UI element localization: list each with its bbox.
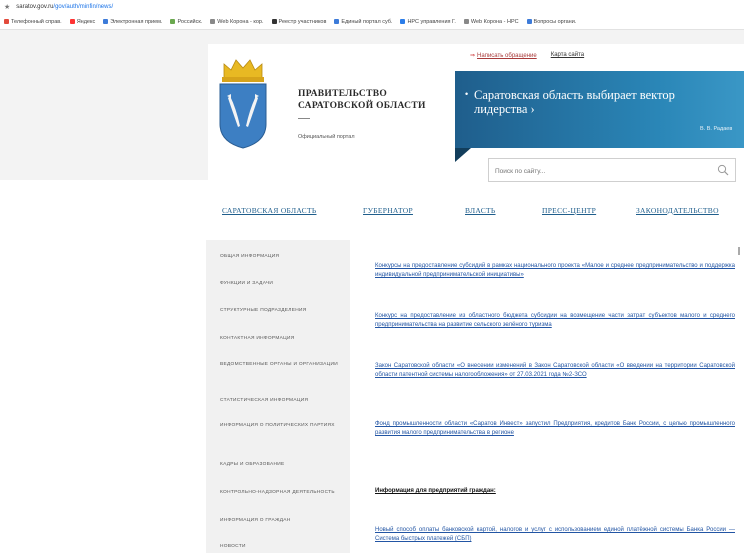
sidebar-item-citizens[interactable]: ИНФОРМАЦИЯ О ГРАЖДАН (220, 518, 342, 524)
sidebar-item-general[interactable]: ОБЩАЯ ИНФОРМАЦИЯ (220, 254, 342, 260)
bookmark-label: Web Корона - кор. (217, 18, 264, 25)
bookmark-favicon-icon (4, 19, 9, 24)
banner-fold (455, 148, 471, 162)
bookmark-item[interactable]: Яндекс (69, 18, 96, 25)
bookmark-item[interactable]: Электронная прием. (103, 19, 162, 25)
bookmark-item[interactable]: НРС управления Г. (400, 18, 456, 25)
nav-item-legislation[interactable]: ЗАКОНОДАТЕЛЬСТВО (636, 206, 719, 215)
search-input[interactable] (495, 165, 695, 177)
sidebar: ОБЩАЯ ИНФОРМАЦИЯ ФУНКЦИИ И ЗАДАЧИ СТРУКТ… (206, 240, 350, 553)
url-path: /gov/auth/minfin/news/ (53, 4, 114, 10)
site-title-line2: САРАТОВСКОЙ ОБЛАСТИ (298, 101, 426, 111)
bookmark-label: Телефонный справ. (11, 18, 62, 25)
arrow-right-icon: ⇒ (470, 53, 476, 59)
appeal-link-label: Написать обращение (477, 53, 537, 59)
news-link[interactable]: Закон Саратовской области «О внесении из… (375, 362, 735, 380)
news-link[interactable]: Конкурсы на предоставление субсидий в ра… (375, 262, 735, 280)
chevron-right-icon: › (530, 102, 535, 116)
bookmark-label: Вопросы органи. (533, 18, 577, 25)
coat-of-arms-icon[interactable] (216, 56, 270, 152)
title-divider (298, 118, 310, 119)
bookmark-label: НРС управления Г. (407, 18, 456, 25)
sidebar-item-contacts[interactable]: КОНТАКТНАЯ ИНФОРМАЦИЯ (220, 336, 342, 342)
bookmark-favicon-icon (463, 19, 469, 24)
bookmark-label: Электронная прием. (110, 18, 163, 25)
site-subtitle: Официальный портал (298, 134, 355, 140)
bookmark-item[interactable]: Вопросы органи. (526, 18, 577, 25)
bullet-icon: • (465, 89, 469, 99)
main-nav: САРАТОВСКАЯ ОБЛАСТЬ ГУБЕРНАТОР ВЛАСТЬ ПР… (208, 201, 744, 219)
sidebar-item-parties[interactable]: ИНФОРМАЦИЯ О ПОЛИТИЧЕСКИХ ПАРТИЯХ (220, 423, 342, 429)
sidebar-item-departments[interactable]: СТРУКТУРНЫЕ ПОДРАЗДЕЛЕНИЯ (220, 308, 342, 314)
site-title-line1: ПРАВИТЕЛЬСТВО (298, 89, 388, 99)
sidebar-item-statistics[interactable]: СТАТИСТИЧЕСКАЯ ИНФОРМАЦИЯ (220, 398, 342, 404)
bookmark-favicon-icon (170, 19, 176, 24)
url-text[interactable]: saratov.gov.ru/gov/auth/minfin/news/ (16, 4, 113, 10)
sitemap-link[interactable]: Карта сайта (551, 52, 584, 59)
nav-item-authority[interactable]: ВЛАСТЬ (465, 206, 496, 215)
bookmark-item[interactable]: Единый портал суб. (334, 19, 392, 25)
bookmark-label: Web Корона - НРС (470, 18, 519, 25)
url-host: saratov.gov.ru (16, 4, 54, 10)
news-link[interactable]: Фонд промышленности области «Саратов Инв… (375, 420, 735, 438)
scrollbar-thumb[interactable] (738, 247, 740, 255)
bookmark-label: Единый портал суб. (341, 18, 393, 25)
banner-text-label: Саратовская область выбирает вектор лиде… (474, 88, 675, 116)
sidebar-item-functions[interactable]: ФУНКЦИИ И ЗАДАЧИ (220, 281, 342, 287)
address-bar[interactable]: ★ saratov.gov.ru/gov/auth/minfin/news/ (0, 0, 744, 14)
nav-item-press[interactable]: ПРЕСС-ЦЕНТР (542, 206, 596, 215)
search-box (488, 158, 736, 182)
info-heading[interactable]: Информация для предприятий граждан: (375, 488, 496, 494)
bookmarks-bar: Телефонный справ. Яндекс Электронная прием… (0, 14, 744, 30)
bookmark-item[interactable]: Российск. (170, 19, 202, 25)
bookmark-item[interactable]: Реестр участников (271, 18, 327, 25)
banner-signature: В. В. Радаев (700, 126, 733, 132)
bookmark-favicon-icon (271, 19, 277, 24)
sidebar-item-control[interactable]: КОНТРОЛЬНО-НАДЗОРНАЯ ДЕЯТЕЛЬНОСТЬ (220, 490, 342, 496)
star-icon[interactable]: ★ (4, 3, 10, 11)
search-icon[interactable] (717, 164, 729, 176)
sidebar-item-news[interactable]: НОВОСТИ (220, 544, 342, 550)
bookmark-item[interactable]: Телефонный справ. (4, 19, 62, 25)
bookmark-favicon-icon (400, 19, 406, 24)
bookmark-item[interactable]: Web Корона - НРС (463, 18, 519, 25)
sidebar-item-organizations[interactable]: ВЕДОМСТВЕННЫЕ ОРГАНЫ И ОРГАНИЗАЦИИ (220, 362, 342, 368)
nav-item-governor[interactable]: ГУБЕРНАТОР (363, 206, 413, 215)
top-links: ⇒ Написать обращение Карта сайта (470, 52, 584, 59)
bookmark-label: Яндекс (76, 18, 96, 25)
nav-item-region[interactable]: САРАТОВСКАЯ ОБЛАСТЬ (222, 206, 316, 215)
bookmark-favicon-icon (334, 19, 340, 24)
bookmark-favicon-icon (103, 19, 109, 24)
bookmark-favicon-icon (69, 19, 75, 24)
bookmark-item[interactable]: Web Корона - кор. (210, 18, 264, 25)
sidebar-item-staff[interactable]: КАДРЫ И ОБРАЗОВАНИЕ (220, 462, 342, 468)
appeal-link[interactable]: ⇒ Написать обращение (470, 52, 537, 59)
bookmark-label: Российск. (177, 18, 203, 25)
news-link[interactable]: Конкурс на предоставление из областного … (375, 312, 735, 330)
bookmark-favicon-icon (210, 19, 216, 24)
bookmark-favicon-icon (526, 19, 532, 24)
banner-text[interactable]: Саратовская область выбирает вектор лиде… (474, 88, 704, 116)
site-title[interactable]: ПРАВИТЕЛЬСТВО САРАТОВСКОЙ ОБЛАСТИ (298, 88, 426, 112)
bookmark-label: Реестр участников (278, 18, 327, 25)
news-link[interactable]: Новый способ оплаты банковской картой, н… (375, 526, 735, 544)
